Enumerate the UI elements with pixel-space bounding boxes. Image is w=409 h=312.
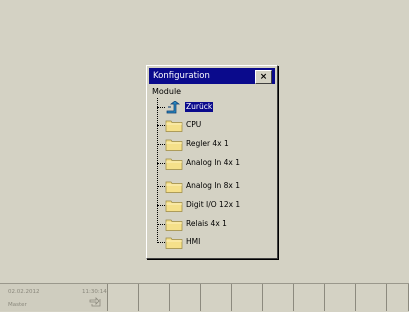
dialog-title: Konfiguration [153,71,210,81]
function-key-8[interactable] [325,284,356,311]
back-arrow-icon [166,101,181,114]
tree-item-label: Regler 4x 1 [186,139,229,148]
tree-item-digit-io[interactable]: Digit I/O 12x 1 [157,198,269,212]
function-key-1[interactable] [108,284,139,311]
status-panel: 02.02.2012 11:30:14 Master [0,284,108,311]
tree-item-hmi[interactable]: HMI [157,235,269,249]
tree-branch [157,224,165,225]
folder-icon [165,120,183,132]
tree-item-label: CPU [186,120,202,129]
tree-item-cpu[interactable]: CPU [157,118,269,132]
folder-icon [165,158,183,170]
tree-item-analog-in-4[interactable]: Analog In 4x 1 [157,156,269,170]
folder-icon [165,181,183,193]
function-key-10[interactable] [387,284,409,311]
tree-item-regler[interactable]: Regler 4x 1 [157,137,269,151]
tree-branch [157,163,165,164]
close-button[interactable]: × [255,70,272,84]
dialog-titlebar: Konfiguration × [149,68,275,84]
tree-item-label: Digit I/O 12x 1 [186,200,241,209]
configuration-dialog: Konfiguration × Module Zurück CPU Regler… [146,65,278,259]
tree-item-relais[interactable]: Relais 4x 1 [157,217,269,231]
function-key-6[interactable] [263,284,294,311]
tree-item-label: Analog In 4x 1 [186,158,241,167]
function-key-7[interactable] [294,284,325,311]
tree-root-label: Module [152,87,182,96]
status-date: 02.02.2012 [8,289,40,295]
status-time: 11:30:14 [82,289,107,295]
hmi-screen: Konfiguration × Module Zurück CPU Regler… [0,0,409,312]
tree-branch [157,242,165,243]
function-key-9[interactable] [356,284,387,311]
folder-icon [165,200,183,212]
tree-item-back[interactable]: Zurück [157,100,269,114]
tree-item-label: Zurück [185,102,214,112]
close-icon: × [259,72,268,82]
folder-icon [165,237,183,249]
tree-branch [157,144,165,145]
tree-item-analog-in-8[interactable]: Analog In 8x 1 [157,179,269,193]
function-key-5[interactable] [232,284,263,311]
function-key-4[interactable] [201,284,232,311]
tree-item-label: Analog In 8x 1 [186,181,241,190]
function-key-3[interactable] [170,284,201,311]
tree-item-label: HMI [186,237,201,246]
status-user: Master [8,302,27,308]
folder-icon [165,219,183,231]
bottom-function-bar: 02.02.2012 11:30:14 Master [0,283,409,312]
function-key-2[interactable] [139,284,170,311]
tree-branch [157,205,165,206]
tree-branch [157,107,165,108]
login-arrow-icon[interactable] [89,297,101,307]
folder-icon [165,139,183,151]
tree-branch [157,186,165,187]
tree-item-label: Relais 4x 1 [186,219,227,228]
tree-branch [157,125,165,126]
